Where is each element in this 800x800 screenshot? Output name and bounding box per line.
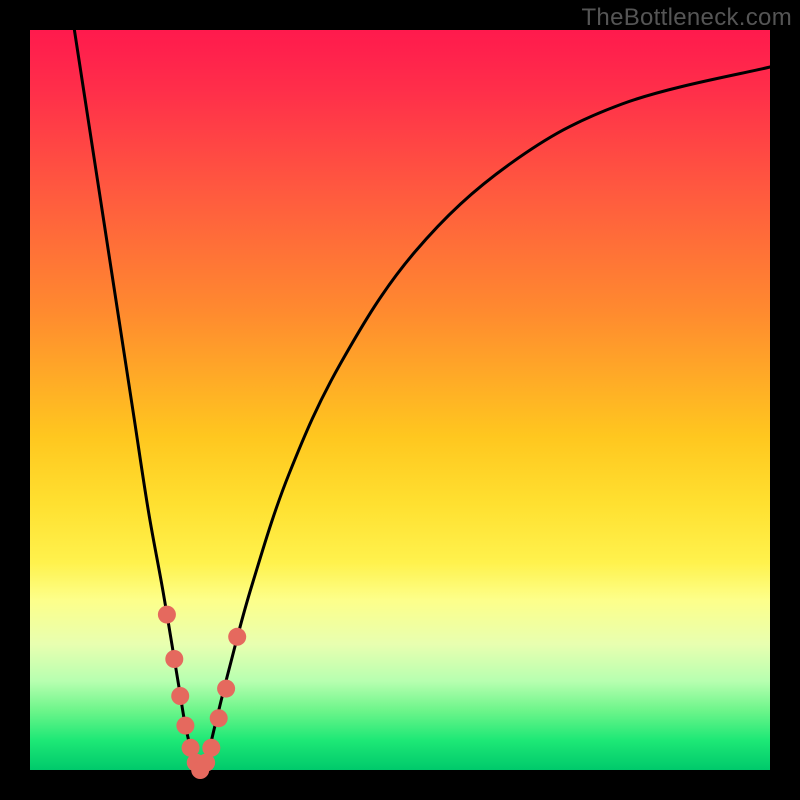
chart-frame: TheBottleneck.com	[0, 0, 800, 800]
marker-point	[165, 650, 183, 668]
watermark-text: TheBottleneck.com	[581, 4, 792, 32]
marker-point	[158, 606, 176, 624]
marker-point	[228, 628, 246, 646]
marker-point	[202, 739, 220, 757]
curve-right-branch	[200, 67, 770, 770]
marker-point	[210, 709, 228, 727]
marker-point	[176, 717, 194, 735]
chart-svg	[30, 30, 770, 770]
plot-area	[30, 30, 770, 770]
marker-point	[217, 680, 235, 698]
marker-point	[171, 687, 189, 705]
